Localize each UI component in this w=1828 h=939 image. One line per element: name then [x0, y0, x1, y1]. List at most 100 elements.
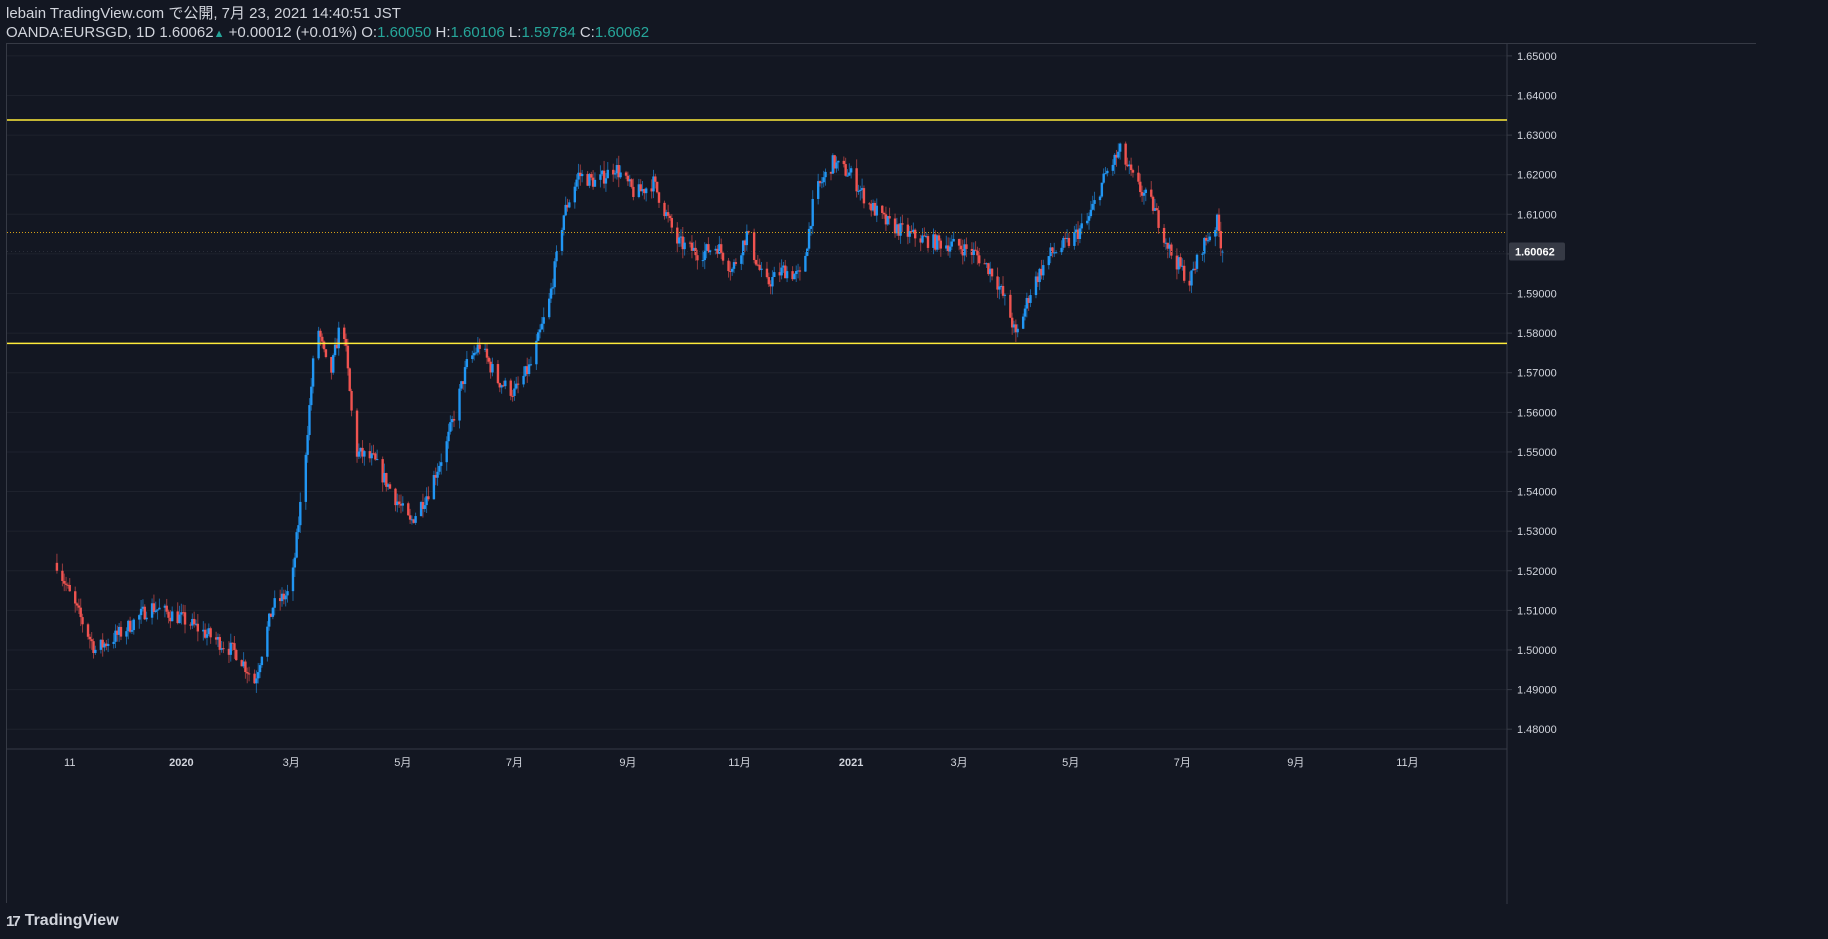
candle-body [1131, 170, 1135, 173]
candle-body [61, 570, 64, 582]
candle-body [485, 348, 489, 358]
open-value: 1.60050 [377, 24, 432, 41]
candle-body [504, 380, 507, 387]
candle-body [130, 630, 134, 632]
candle-body [537, 332, 540, 341]
candle-body [798, 270, 802, 272]
candle-body [293, 557, 297, 568]
candle-body [807, 228, 811, 249]
candle-body [1089, 209, 1093, 217]
candle-body [299, 501, 302, 526]
candle-body [666, 212, 670, 216]
candle-body [846, 175, 849, 177]
candle-body [1023, 308, 1027, 317]
candle-body [1016, 328, 1019, 333]
candle-body [837, 160, 840, 163]
candle-body [171, 611, 174, 622]
candle-body [304, 454, 307, 502]
candle-body [899, 223, 902, 236]
candle-body [630, 179, 633, 187]
candle-body [655, 181, 659, 193]
candle-body [229, 642, 232, 655]
candle-body [321, 336, 324, 342]
candle-body [436, 471, 439, 478]
candle-body [875, 205, 878, 216]
candle-body [156, 609, 159, 611]
candle-body [1054, 252, 1058, 254]
candle-body [540, 323, 544, 330]
up-arrow-icon: ▲ [213, 28, 225, 40]
candle-body [842, 160, 846, 165]
candle-body [397, 501, 401, 505]
candle-body [94, 649, 97, 654]
y-tick-label: 1.54000 [1517, 487, 1557, 499]
candle-body [266, 626, 269, 657]
candle-body [1078, 228, 1082, 239]
candle-body [529, 364, 533, 366]
candle-body [849, 168, 853, 173]
candle-body [921, 235, 924, 243]
candle-body [978, 255, 981, 264]
candle-body [414, 516, 417, 523]
chart-area[interactable]: 1.65000 1.64000 1.63000 1.62000 1.61000 1.600… [6, 43, 1757, 904]
candle-body [730, 268, 734, 272]
candle-body [196, 623, 200, 632]
candle-body [1195, 254, 1199, 269]
candle-body [720, 244, 723, 253]
candle-body [255, 678, 258, 684]
candle-body [604, 178, 608, 184]
candle-body [822, 177, 825, 183]
candle-body [1144, 189, 1147, 194]
candle-body [765, 268, 769, 278]
candle-body [355, 410, 359, 457]
candle-body [547, 298, 551, 318]
x-tick-label: 5月 [394, 757, 411, 769]
candle-body [337, 327, 340, 349]
candle-body [324, 349, 328, 358]
candle-body [209, 628, 212, 638]
candle-body [165, 605, 168, 612]
open-label: O: [361, 24, 378, 41]
candle-body [310, 386, 313, 406]
candle-body [562, 215, 566, 230]
candle-body [538, 329, 542, 333]
candle-body [957, 238, 961, 246]
candle-body [64, 583, 68, 585]
candle-body [344, 339, 348, 346]
candle-body [440, 462, 443, 466]
candle-body [817, 181, 820, 199]
price-chart[interactable]: 1.65000 1.64000 1.63000 1.62000 1.61000 1.600… [7, 44, 1757, 904]
candle-body [568, 202, 571, 208]
candle-body [855, 168, 858, 192]
candle-body [785, 271, 789, 279]
candle-body [143, 606, 146, 620]
candle-body [401, 503, 404, 506]
candle-body [1183, 265, 1186, 281]
candle-body [668, 215, 672, 219]
candle-body [752, 232, 756, 261]
candle-body [804, 255, 807, 272]
candle-body [132, 619, 135, 631]
candle-body [734, 262, 738, 264]
candle-body [1139, 181, 1142, 193]
candle-body [158, 607, 161, 610]
tradingview-logo[interactable]: 17 TradingView [6, 910, 119, 932]
candle-body [657, 192, 661, 203]
candle-body [820, 182, 824, 184]
candle-body [1142, 193, 1146, 196]
candle-body [319, 330, 322, 337]
candle-body [350, 390, 353, 411]
candle-body [244, 661, 247, 673]
candle-body [599, 174, 602, 180]
x-tick-label: 11月 [1396, 757, 1418, 769]
y-tick-label: 1.59000 [1517, 289, 1557, 301]
candle-body [167, 611, 170, 618]
candle-body [937, 235, 941, 241]
candle-body [1102, 173, 1105, 183]
candle-body [308, 405, 311, 436]
candle-body [458, 388, 461, 421]
candle-body [780, 267, 783, 276]
candle-body [357, 451, 361, 457]
candle-body [106, 643, 110, 646]
y-tick-label: 1.56000 [1517, 407, 1557, 419]
